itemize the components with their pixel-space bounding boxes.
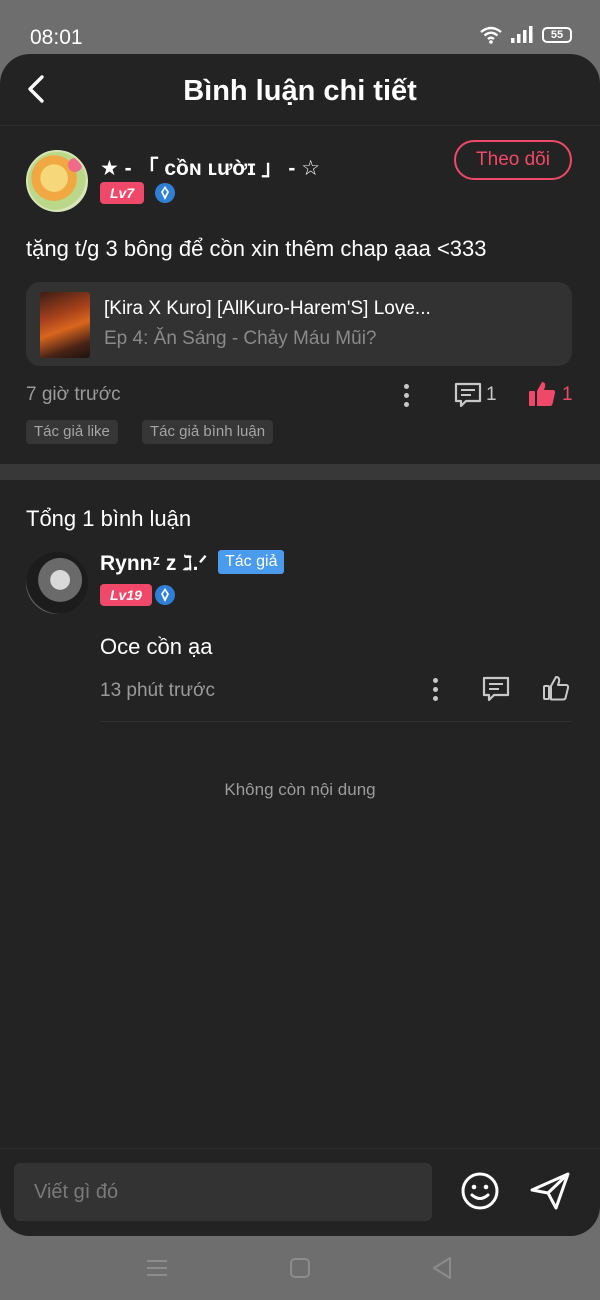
emoji-icon[interactable]: [460, 1171, 500, 1211]
comment-icon[interactable]: [482, 676, 510, 702]
more-options-icon[interactable]: [433, 678, 439, 702]
send-icon[interactable]: [529, 1171, 571, 1211]
comment-input[interactable]: [14, 1163, 432, 1221]
comment-detail-sheet: Bình luận chi tiết ★ - 「 ᴄồɴ ʟườɪ 」 - ☆ …: [0, 54, 600, 1236]
comment-icon[interactable]: [454, 382, 482, 408]
story-episode: Ep 4: Ăn Sáng - Chảy Máu Mũi?: [104, 328, 377, 349]
comment-count: 1: [486, 384, 497, 405]
verified-icon: [155, 183, 175, 203]
system-nav-bar: [0, 1236, 600, 1300]
home-icon[interactable]: [286, 1254, 314, 1282]
section-divider: [0, 464, 600, 480]
menu-icon[interactable]: [143, 1254, 171, 1282]
username[interactable]: ★ - 「 ᴄồɴ ʟườɪ 」 - ☆: [100, 152, 320, 182]
verified-icon: [155, 585, 175, 605]
author-badge: Tác giả: [218, 550, 285, 574]
reply-time: 13 phút trước: [100, 680, 215, 701]
story-card[interactable]: [Kira X Kuro] [AllKuro-Harem'S] Love... …: [26, 282, 572, 366]
author-liked-tag: Tác giả like: [26, 420, 118, 444]
avatar[interactable]: [26, 150, 88, 212]
end-of-content-text: Không còn nội dung: [224, 780, 376, 799]
thumbs-up-icon[interactable]: [542, 674, 570, 702]
page-title: Bình luận chi tiết: [183, 75, 417, 107]
main-comment: ★ - 「 ᴄồɴ ʟườɪ 」 - ☆ Lv7 Theo dõi tặng t…: [0, 126, 600, 464]
signal-icon: [511, 26, 533, 43]
comment-time: 7 giờ trước: [26, 384, 121, 405]
story-cover: [40, 292, 90, 358]
reply-username[interactable]: Rynnᶻ z ℷ.ᐟ: [100, 551, 207, 576]
author-commented-tag: Tác giả bình luận: [142, 420, 274, 444]
status-bar: 08:01 55: [0, 0, 600, 54]
comment-text: tặng t/g 3 bông để cồn xin thêm chap ạaa…: [26, 236, 487, 261]
wifi-icon: [480, 26, 502, 44]
reply-text: Oce cồn ạa: [100, 634, 213, 659]
thumbs-up-filled-icon[interactable]: [528, 380, 556, 408]
like-count: 1: [562, 384, 573, 405]
reply-avatar[interactable]: [26, 552, 88, 614]
story-title: [Kira X Kuro] [AllKuro-Harem'S] Love...: [104, 298, 431, 319]
reply-level-badge: Lv19: [100, 584, 152, 606]
level-badge: Lv7: [100, 182, 145, 204]
divider: [100, 721, 572, 722]
status-time: 08:01: [30, 26, 83, 49]
comment-input-bar: [0, 1148, 600, 1236]
status-icons: 55: [480, 26, 572, 44]
battery-icon: 55: [542, 27, 572, 43]
total-comments: Tổng 1 bình luận: [26, 506, 192, 531]
header: Bình luận chi tiết: [0, 54, 600, 126]
more-options-icon[interactable]: [404, 384, 410, 408]
back-triangle-icon[interactable]: [428, 1254, 456, 1282]
follow-button[interactable]: Theo dõi: [454, 140, 572, 180]
